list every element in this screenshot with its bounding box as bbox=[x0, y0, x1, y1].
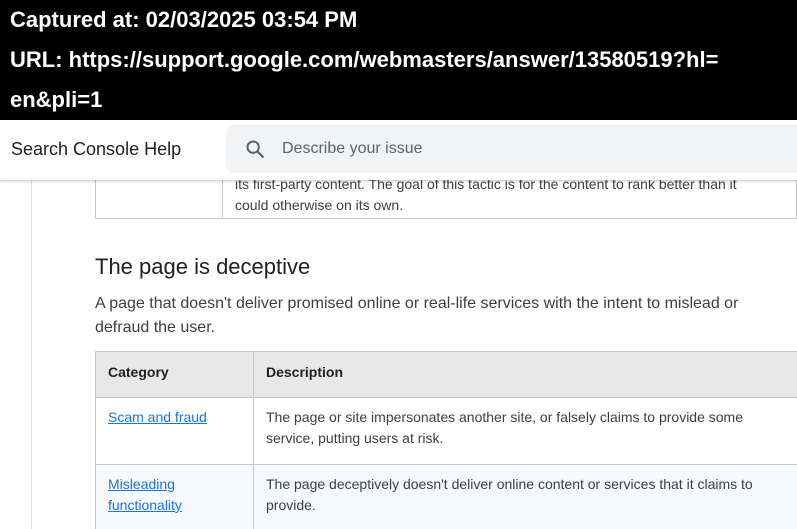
category-cell: Misleading functionality bbox=[95, 464, 254, 529]
article-content: its first-party content. The goal of thi… bbox=[0, 180, 797, 529]
table-column-divider bbox=[222, 180, 223, 218]
url-text-line-2: en&pli=1 bbox=[10, 87, 103, 112]
search-input[interactable] bbox=[282, 125, 782, 173]
table-row: Misleading functionality The page decept… bbox=[95, 464, 797, 529]
app-header: Search Console Help bbox=[0, 120, 797, 180]
previous-table-fragment: its first-party content. The goal of thi… bbox=[95, 180, 797, 219]
help-center-title[interactable]: Search Console Help bbox=[11, 139, 181, 160]
previous-desc-line-2: could otherwise on its own. bbox=[235, 197, 404, 213]
table-header-row: Category Description bbox=[95, 351, 797, 398]
previous-desc-line-1: its first-party content. The goal of thi… bbox=[235, 180, 737, 192]
scam-and-fraud-link[interactable]: Scam and fraud bbox=[108, 409, 207, 425]
search-box[interactable] bbox=[226, 125, 797, 173]
table-row: Scam and fraud The page or site imperson… bbox=[95, 397, 797, 465]
category-cell: Scam and fraud bbox=[95, 397, 254, 465]
previous-table-description: its first-party content. The goal of thi… bbox=[235, 180, 780, 216]
section-intro: A page that doesn't deliver promised onl… bbox=[95, 295, 739, 336]
column-header-category: Category bbox=[95, 351, 254, 398]
description-cell: The page or site impersonates another si… bbox=[253, 397, 797, 465]
capture-banner: Captured at: 02/03/2025 03:54 PM URL: ht… bbox=[0, 0, 797, 120]
section-heading: The page is deceptive bbox=[95, 254, 311, 279]
captured-at-text: Captured at: 02/03/2025 03:54 PM bbox=[10, 7, 358, 32]
column-header-description: Description bbox=[253, 351, 797, 398]
misleading-functionality-link[interactable]: Misleading functionality bbox=[108, 476, 182, 513]
category-table: Category Description Scam and fraud The … bbox=[95, 351, 797, 529]
description-cell: The page deceptively doesn't deliver onl… bbox=[253, 464, 797, 529]
url-text-line-1: URL: https://support.google.com/webmaste… bbox=[10, 47, 719, 72]
content-left-rule bbox=[31, 180, 32, 529]
search-icon[interactable] bbox=[244, 138, 266, 160]
